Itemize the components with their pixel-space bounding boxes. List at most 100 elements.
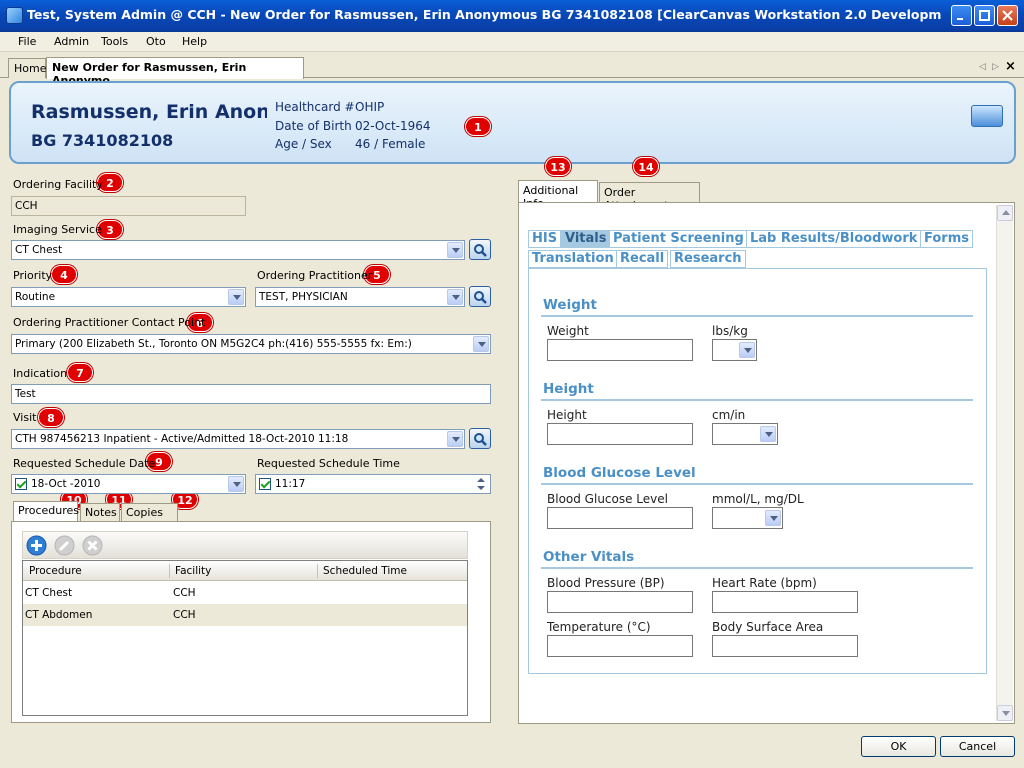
tab-additional-info[interactable]: Additional Info [518, 180, 598, 210]
practitioner-search-button[interactable] [469, 286, 491, 307]
document-tab-strip: Home New Order for Rasmussen, Erin Anony… [0, 54, 1024, 87]
maximize-button[interactable] [974, 5, 995, 26]
delete-icon[interactable] [82, 535, 103, 556]
tab-scroll-right-icon[interactable]: ▷ [992, 62, 999, 72]
heart-rate-input[interactable] [712, 591, 858, 613]
schedule-time-value: 11:17 [275, 478, 306, 490]
cell-facility: CCH [173, 609, 196, 621]
search-icon [474, 244, 487, 257]
priority-value: Routine [15, 291, 56, 303]
tab-vitals[interactable]: Vitals [561, 230, 611, 248]
tab-order-attachments[interactable]: Order Attachments [599, 182, 700, 212]
tab-research[interactable]: Research [670, 250, 746, 268]
table-header: Procedure Facility Scheduled Time [23, 561, 467, 581]
scroll-down-icon[interactable] [997, 705, 1013, 721]
divider [541, 315, 973, 317]
schedule-date-picker[interactable]: 18-Oct -2010 [11, 474, 246, 494]
schedule-time-checkbox[interactable] [259, 478, 271, 490]
weight-section-title: Weight [543, 297, 597, 313]
height-unit-select[interactable] [712, 423, 778, 445]
priority-select[interactable]: Routine [11, 287, 246, 307]
glucose-unit-select[interactable] [712, 507, 783, 529]
healthcard-value: OHIP [355, 100, 385, 114]
tab-procedures[interactable]: Procedures [13, 501, 79, 522]
schedule-date-checkbox[interactable] [15, 478, 27, 490]
practitioner-label: Ordering Practitioner [257, 269, 373, 282]
chevron-down-icon[interactable] [447, 242, 463, 258]
height-input[interactable] [547, 423, 693, 445]
column-header-procedure[interactable]: Procedure [29, 565, 82, 577]
cell-procedure: CT Chest [25, 587, 73, 599]
imaging-service-value: CT Chest [15, 244, 63, 256]
column-header-scheduled-time[interactable]: Scheduled Time [323, 565, 407, 577]
body-surface-area-label: Body Surface Area [712, 620, 824, 634]
visit-select[interactable]: CTH 987456213 Inpatient - Active/Admitte… [11, 429, 465, 449]
tab-home[interactable]: Home [8, 58, 46, 78]
temperature-input[interactable] [547, 635, 693, 657]
chevron-down-icon[interactable] [473, 336, 489, 352]
age-sex-value: 46 / Female [355, 137, 426, 151]
glucose-input[interactable] [547, 507, 693, 529]
blood-pressure-input[interactable] [547, 591, 693, 613]
tab-recall[interactable]: Recall [616, 250, 669, 268]
table-row[interactable]: CT Abdomen CCH [23, 604, 467, 626]
visit-search-button[interactable] [469, 428, 491, 449]
weight-unit-select[interactable] [712, 339, 757, 361]
add-icon[interactable] [26, 535, 47, 556]
menu-bar: File Admin Tools Oto Help [0, 32, 1024, 52]
glucose-unit-label: mmol/L, mg/DL [712, 492, 804, 506]
chevron-down-icon[interactable] [228, 289, 244, 305]
divider [541, 399, 973, 401]
callout-badge: 14 [633, 157, 659, 176]
dob-label: Date of Birth [275, 119, 352, 133]
tab-scroll-left-icon[interactable]: ◁ [979, 62, 986, 72]
menu-tools[interactable]: Tools [101, 35, 128, 48]
patient-profile-icon[interactable] [971, 105, 1003, 127]
priority-label: Priority [13, 269, 53, 282]
imaging-service-search-button[interactable] [469, 239, 491, 260]
imaging-service-select[interactable]: CT Chest [11, 240, 465, 260]
callout-badge: 13 [545, 157, 571, 176]
tab-his[interactable]: HIS [528, 230, 562, 248]
chevron-down-icon[interactable] [228, 476, 244, 492]
menu-help[interactable]: Help [182, 35, 207, 48]
indication-label: Indication [13, 367, 68, 380]
chevron-down-icon[interactable] [765, 510, 781, 526]
menu-oto[interactable]: Oto [146, 35, 166, 48]
table-row[interactable]: CT Chest CCH [23, 582, 467, 604]
chevron-down-icon[interactable] [739, 342, 755, 358]
cancel-button[interactable]: Cancel [940, 736, 1015, 757]
schedule-date-value: 18-Oct -2010 [31, 478, 101, 490]
chevron-down-icon[interactable] [760, 426, 776, 442]
ok-button[interactable]: OK [861, 736, 936, 757]
indication-input[interactable]: Test [11, 384, 491, 404]
minimize-icon [957, 18, 963, 20]
weight-input[interactable] [547, 339, 693, 361]
minimize-button[interactable] [951, 5, 972, 26]
contact-point-select[interactable]: Primary (200 Elizabeth St., Toronto ON M… [11, 334, 491, 354]
scroll-up-icon[interactable] [997, 205, 1013, 221]
close-tab-icon[interactable]: × [1005, 59, 1016, 74]
contact-point-label: Ordering Practitioner Contact Point [13, 316, 206, 329]
ordering-facility-label: Ordering Facility [13, 178, 103, 191]
edit-icon[interactable] [54, 535, 75, 556]
column-header-facility[interactable]: Facility [175, 565, 211, 577]
chevron-down-icon[interactable] [447, 431, 463, 447]
menu-file[interactable]: File [18, 35, 36, 48]
close-window-button[interactable] [997, 5, 1018, 26]
spinner-icon[interactable] [473, 476, 489, 492]
body-surface-area-input[interactable] [712, 635, 858, 657]
tab-translation[interactable]: Translation [528, 250, 618, 268]
menu-admin[interactable]: Admin [54, 35, 89, 48]
tab-forms[interactable]: Forms [920, 230, 973, 248]
schedule-time-picker[interactable]: 11:17 [255, 474, 491, 494]
tab-notes[interactable]: Notes [80, 503, 120, 522]
practitioner-value: TEST, PHYSICIAN [259, 291, 348, 303]
tab-new-order[interactable]: New Order for Rasmussen, Erin Anonymo... [46, 57, 304, 87]
tab-copies-to[interactable]: Copies To [121, 503, 178, 532]
tab-patient-screening[interactable]: Patient Screening [609, 230, 748, 248]
practitioner-select[interactable]: TEST, PHYSICIAN [255, 287, 465, 307]
chevron-down-icon[interactable] [447, 289, 463, 305]
vertical-scrollbar[interactable] [996, 205, 1013, 721]
tab-lab-results[interactable]: Lab Results/Bloodwork [746, 230, 922, 248]
